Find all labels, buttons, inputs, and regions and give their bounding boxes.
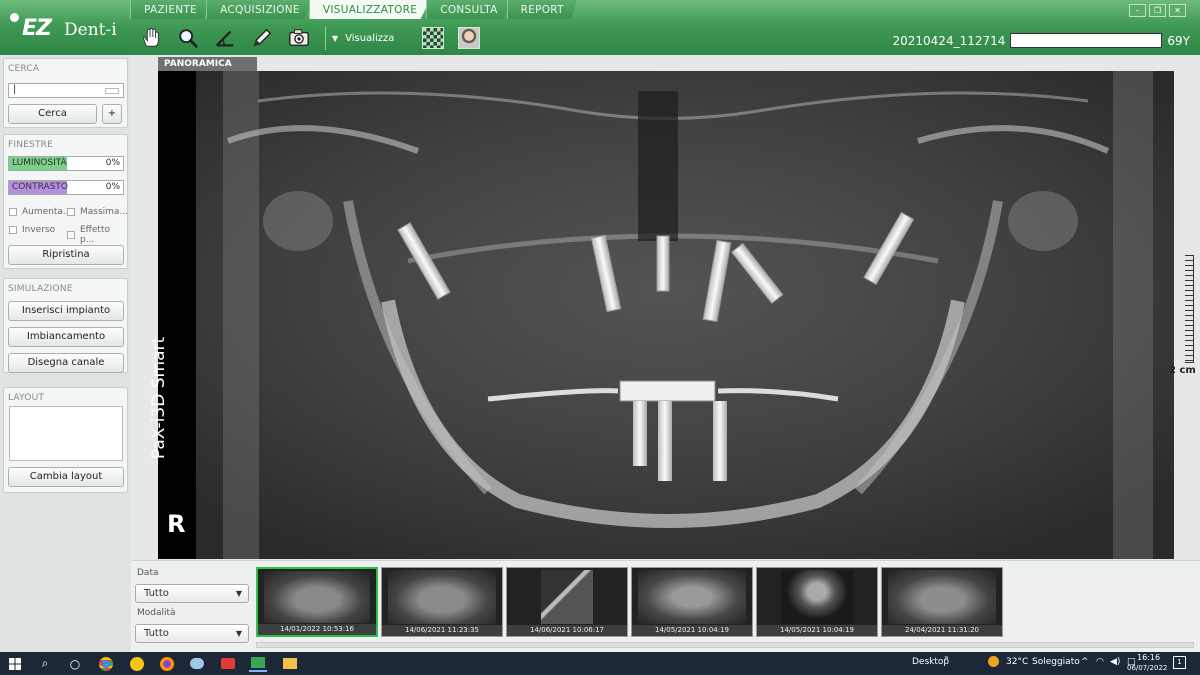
ezdent-taskbar-icon[interactable] bbox=[249, 655, 267, 672]
layout-panel: LAYOUT Cambia layout bbox=[3, 387, 128, 493]
tab-acquisizione[interactable]: ACQUISIZIONE bbox=[206, 0, 313, 19]
finestre-title: FINESTRE bbox=[8, 140, 54, 150]
patient-age: 69Y bbox=[1167, 33, 1190, 48]
caret-down-icon: ▼ bbox=[332, 33, 339, 43]
volume-icon[interactable]: ◀) bbox=[1110, 657, 1120, 667]
visualizza-menu[interactable]: ▼ Visualizza bbox=[332, 33, 394, 44]
close-button[interactable]: ✕ bbox=[1169, 4, 1186, 17]
thumbnail-scrollbar[interactable] bbox=[256, 642, 1194, 648]
inserisci-impianto-button[interactable]: Inserisci impianto bbox=[8, 301, 124, 321]
data-select[interactable]: Tutto ▼ bbox=[135, 584, 249, 603]
notification-button[interactable]: 1 bbox=[1173, 656, 1186, 669]
effetto-checkbox[interactable]: Effetto p... bbox=[67, 225, 127, 245]
contrasto-slider[interactable]: CONTRASTO 0% bbox=[8, 180, 124, 195]
scale-ruler bbox=[1185, 255, 1194, 363]
thumbnail-5[interactable]: 24/04/2021 11:31:20 bbox=[881, 567, 1003, 637]
paint-icon[interactable] bbox=[188, 655, 206, 672]
viewer-toolbar: ▼ Visualizza bbox=[138, 24, 494, 52]
keyboard-icon[interactable] bbox=[105, 88, 119, 94]
restore-button[interactable]: ❐ bbox=[1149, 4, 1166, 17]
caret-down-icon: ▼ bbox=[235, 629, 242, 638]
image-viewer[interactable]: PANORAMICA PaX-i3D Smart R 2 cm bbox=[131, 55, 1200, 560]
cerca-title: CERCA bbox=[8, 64, 40, 74]
search-icon[interactable]: ⌕ bbox=[36, 655, 54, 672]
imbiancamento-button[interactable]: Imbiancamento bbox=[8, 327, 124, 347]
layout-preview bbox=[9, 406, 123, 461]
thumbnail-0[interactable]: 14/01/2022 10:53:16 bbox=[256, 567, 378, 637]
clock-time[interactable]: 16:16 bbox=[1137, 653, 1160, 662]
main-tabs: PAZIENTE ACQUISIZIONE VISUALIZZATORE CON… bbox=[130, 0, 577, 19]
inverso-checkbox[interactable]: Inverso bbox=[9, 225, 55, 235]
norton-icon[interactable] bbox=[128, 655, 146, 672]
right-side-marker: R bbox=[167, 510, 186, 538]
thumbnail-1[interactable]: 14/06/2021 11:23:35 bbox=[381, 567, 503, 637]
hand-icon[interactable] bbox=[138, 25, 164, 51]
cerca-button[interactable]: Cerca bbox=[8, 104, 97, 124]
caret-down-icon: ▼ bbox=[235, 589, 242, 598]
scale-label: 2 cm bbox=[1169, 365, 1196, 376]
massima-checkbox[interactable]: Massima... bbox=[67, 207, 128, 217]
minimize-button[interactable]: – bbox=[1129, 4, 1146, 17]
modalita-filter-label: Modalità bbox=[137, 608, 176, 618]
angle-icon[interactable] bbox=[212, 25, 238, 51]
cambia-layout-button[interactable]: Cambia layout bbox=[8, 467, 124, 487]
magnifier-icon[interactable] bbox=[175, 25, 201, 51]
windows-taskbar: ⌕ ○ Desktop » 32°C Soleggiato ^ ◠ ◀) □ 1… bbox=[0, 652, 1200, 675]
panoramica-tag: PANORAMICA bbox=[158, 57, 257, 71]
ripristina-button[interactable]: Ripristina bbox=[8, 245, 124, 265]
disegna-canale-button[interactable]: Disegna canale bbox=[8, 353, 124, 373]
tab-visualizzatore[interactable]: VISUALIZZATORE bbox=[308, 0, 431, 19]
visualizza-label: Visualizza bbox=[345, 32, 395, 44]
patient-info: 20210424_112714 69Y bbox=[892, 33, 1190, 48]
windows-start-icon[interactable] bbox=[6, 655, 24, 672]
cerca-panel: CERCA | Cerca + bbox=[3, 58, 128, 128]
clock-date[interactable]: 06/07/2022 bbox=[1127, 664, 1167, 672]
camera-app-icon[interactable] bbox=[219, 655, 237, 672]
thumbnail-strip: Data Tutto ▼ Modalità Tutto ▼ 14/01/2022 1… bbox=[131, 560, 1200, 652]
chrome-icon[interactable] bbox=[97, 655, 115, 672]
pencil-icon[interactable] bbox=[249, 25, 275, 51]
finestre-panel: FINESTRE LUMINOSITÀ 0% CONTRASTO 0% Aume… bbox=[3, 134, 128, 269]
tab-report[interactable]: REPORT bbox=[506, 0, 577, 19]
toolbar-separator bbox=[325, 26, 326, 50]
layout-title: LAYOUT bbox=[8, 393, 45, 403]
panoramic-xray-image[interactable] bbox=[158, 71, 1174, 559]
tray-chevron-icon[interactable]: ^ bbox=[1081, 657, 1089, 667]
modalita-select[interactable]: Tutto ▼ bbox=[135, 624, 249, 643]
data-filter-label: Data bbox=[137, 568, 159, 578]
ez-dent-i-window: EZ Dent-i PAZIENTE ACQUISIZIONE VISUALIZ… bbox=[0, 0, 1200, 675]
tab-paziente[interactable]: PAZIENTE bbox=[130, 0, 211, 19]
firefox-icon[interactable] bbox=[158, 655, 176, 672]
title-bar: EZ Dent-i PAZIENTE ACQUISIZIONE VISUALIZ… bbox=[0, 0, 1200, 55]
weather-text[interactable]: Soleggiato bbox=[1032, 657, 1080, 667]
patient-id: 20210424_112714 bbox=[892, 33, 1006, 48]
thumbnail-2[interactable]: 14/06/2021 10:06:17 bbox=[506, 567, 628, 637]
aumenta-checkbox[interactable]: Aumenta... bbox=[9, 207, 72, 217]
search-input[interactable]: | bbox=[8, 83, 124, 98]
add-button[interactable]: + bbox=[102, 104, 122, 124]
temperature[interactable]: 32°C bbox=[1006, 657, 1028, 667]
layout-grid-icon[interactable] bbox=[422, 27, 445, 49]
camera-icon[interactable] bbox=[286, 25, 312, 51]
face-icon[interactable] bbox=[458, 27, 481, 49]
tab-consulta[interactable]: CONSULTA bbox=[426, 0, 511, 19]
simulazione-title: SIMULAZIONE bbox=[8, 284, 73, 294]
device-label-bar bbox=[158, 71, 196, 559]
thumbnail-3[interactable]: 14/05/2021 10:04:19 bbox=[631, 567, 753, 637]
patient-name-redacted bbox=[1010, 33, 1163, 48]
task-view-icon[interactable]: ○ bbox=[66, 655, 84, 672]
weather-icon bbox=[988, 656, 999, 667]
ez-dent-logo: EZ Dent-i bbox=[8, 10, 128, 46]
device-name: PaX-i3D Smart bbox=[149, 336, 169, 460]
thumbnail-4[interactable]: 14/05/2021 10:04:19 bbox=[756, 567, 878, 637]
left-sidebar: CERCA | Cerca + FINESTRE LUMINOSITÀ 0% C… bbox=[0, 55, 131, 652]
luminosita-slider[interactable]: LUMINOSITÀ 0% bbox=[8, 156, 124, 171]
simulazione-panel: SIMULAZIONE Inserisci impianto Imbiancam… bbox=[3, 278, 128, 373]
file-explorer-icon[interactable] bbox=[281, 655, 299, 672]
network-icon[interactable]: ◠ bbox=[1096, 657, 1104, 667]
window-controls: – ❐ ✕ bbox=[1126, 4, 1186, 17]
expand-chevron-icon[interactable]: » bbox=[944, 653, 949, 662]
